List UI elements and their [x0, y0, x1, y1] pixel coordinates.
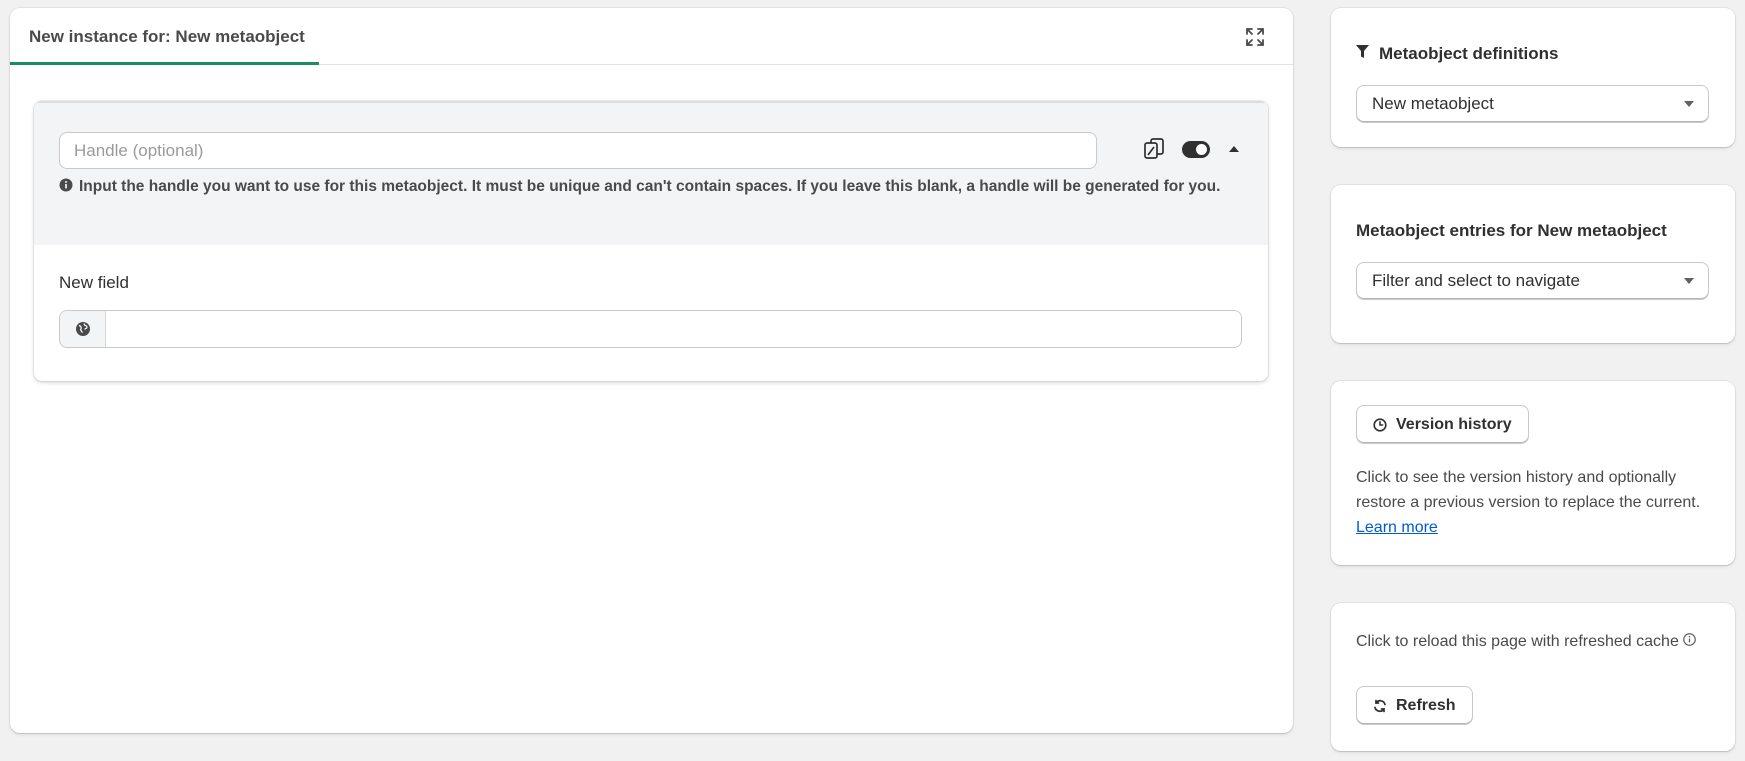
entries-card: Metaobject entries for New metaobject Fi…: [1331, 185, 1735, 343]
definitions-select[interactable]: New metaobject: [1356, 85, 1709, 123]
new-field-input-group: [59, 310, 1242, 348]
filter-icon: [1356, 44, 1369, 64]
handle-input[interactable]: [59, 132, 1097, 169]
toggle-knob: [1196, 143, 1207, 155]
tab-new-instance[interactable]: New instance for: New metaobject: [10, 8, 319, 65]
refresh-text: Click to reload this page with refreshed…: [1356, 633, 1679, 650]
definitions-heading-text: Metaobject definitions: [1379, 44, 1559, 63]
definitions-heading: Metaobject definitions: [1356, 44, 1558, 64]
learn-more-link[interactable]: Learn more: [1356, 519, 1438, 536]
expand-icon[interactable]: [1243, 25, 1267, 49]
entries-select[interactable]: Filter and select to navigate: [1356, 262, 1709, 300]
version-history-label: Version history: [1396, 415, 1512, 433]
version-history-text: Click to see the version history and opt…: [1356, 469, 1701, 511]
version-history-card: Version history Click to see the version…: [1331, 381, 1735, 565]
refresh-button[interactable]: Refresh: [1356, 686, 1473, 725]
tab-bar: New instance for: New metaobject: [10, 8, 1293, 65]
entries-heading: Metaobject entries for New metaobject: [1356, 221, 1667, 240]
chevron-down-icon: [1684, 101, 1694, 107]
handle-section: Input the handle you want to use for thi…: [34, 101, 1268, 245]
handle-help-text: Input the handle you want to use for thi…: [59, 176, 1220, 198]
globe-icon[interactable]: [60, 311, 106, 347]
entry-actions: [1142, 136, 1242, 162]
definitions-selected-value: New metaobject: [1372, 94, 1494, 113]
toggle-icon[interactable]: [1182, 140, 1210, 158]
copy-icon[interactable]: [1142, 136, 1168, 162]
new-field-input[interactable]: [106, 311, 1241, 347]
main-card: New instance for: New metaobject Handle …: [10, 8, 1293, 733]
help-text: Input the handle you want to use for thi…: [79, 178, 1221, 195]
refresh-icon: [1373, 699, 1387, 713]
chevron-up-icon[interactable]: [1226, 141, 1242, 157]
field-label: New field: [59, 273, 129, 292]
refresh-description: Click to reload this page with refreshed…: [1356, 633, 1696, 651]
definitions-card: Metaobject definitions New metaobject: [1331, 8, 1735, 147]
version-history-button[interactable]: Version history: [1356, 405, 1529, 444]
info-icon[interactable]: [1682, 633, 1696, 651]
chevron-down-icon: [1684, 278, 1694, 284]
info-icon: [59, 178, 73, 197]
refresh-label: Refresh: [1396, 696, 1456, 714]
entries-selected-value: Filter and select to navigate: [1372, 271, 1580, 290]
refresh-card: Click to reload this page with refreshed…: [1331, 603, 1735, 751]
metaobject-entry-card: Input the handle you want to use for thi…: [34, 101, 1268, 381]
version-history-description: Click to see the version history and opt…: [1356, 465, 1716, 540]
clock-icon: [1373, 417, 1387, 432]
